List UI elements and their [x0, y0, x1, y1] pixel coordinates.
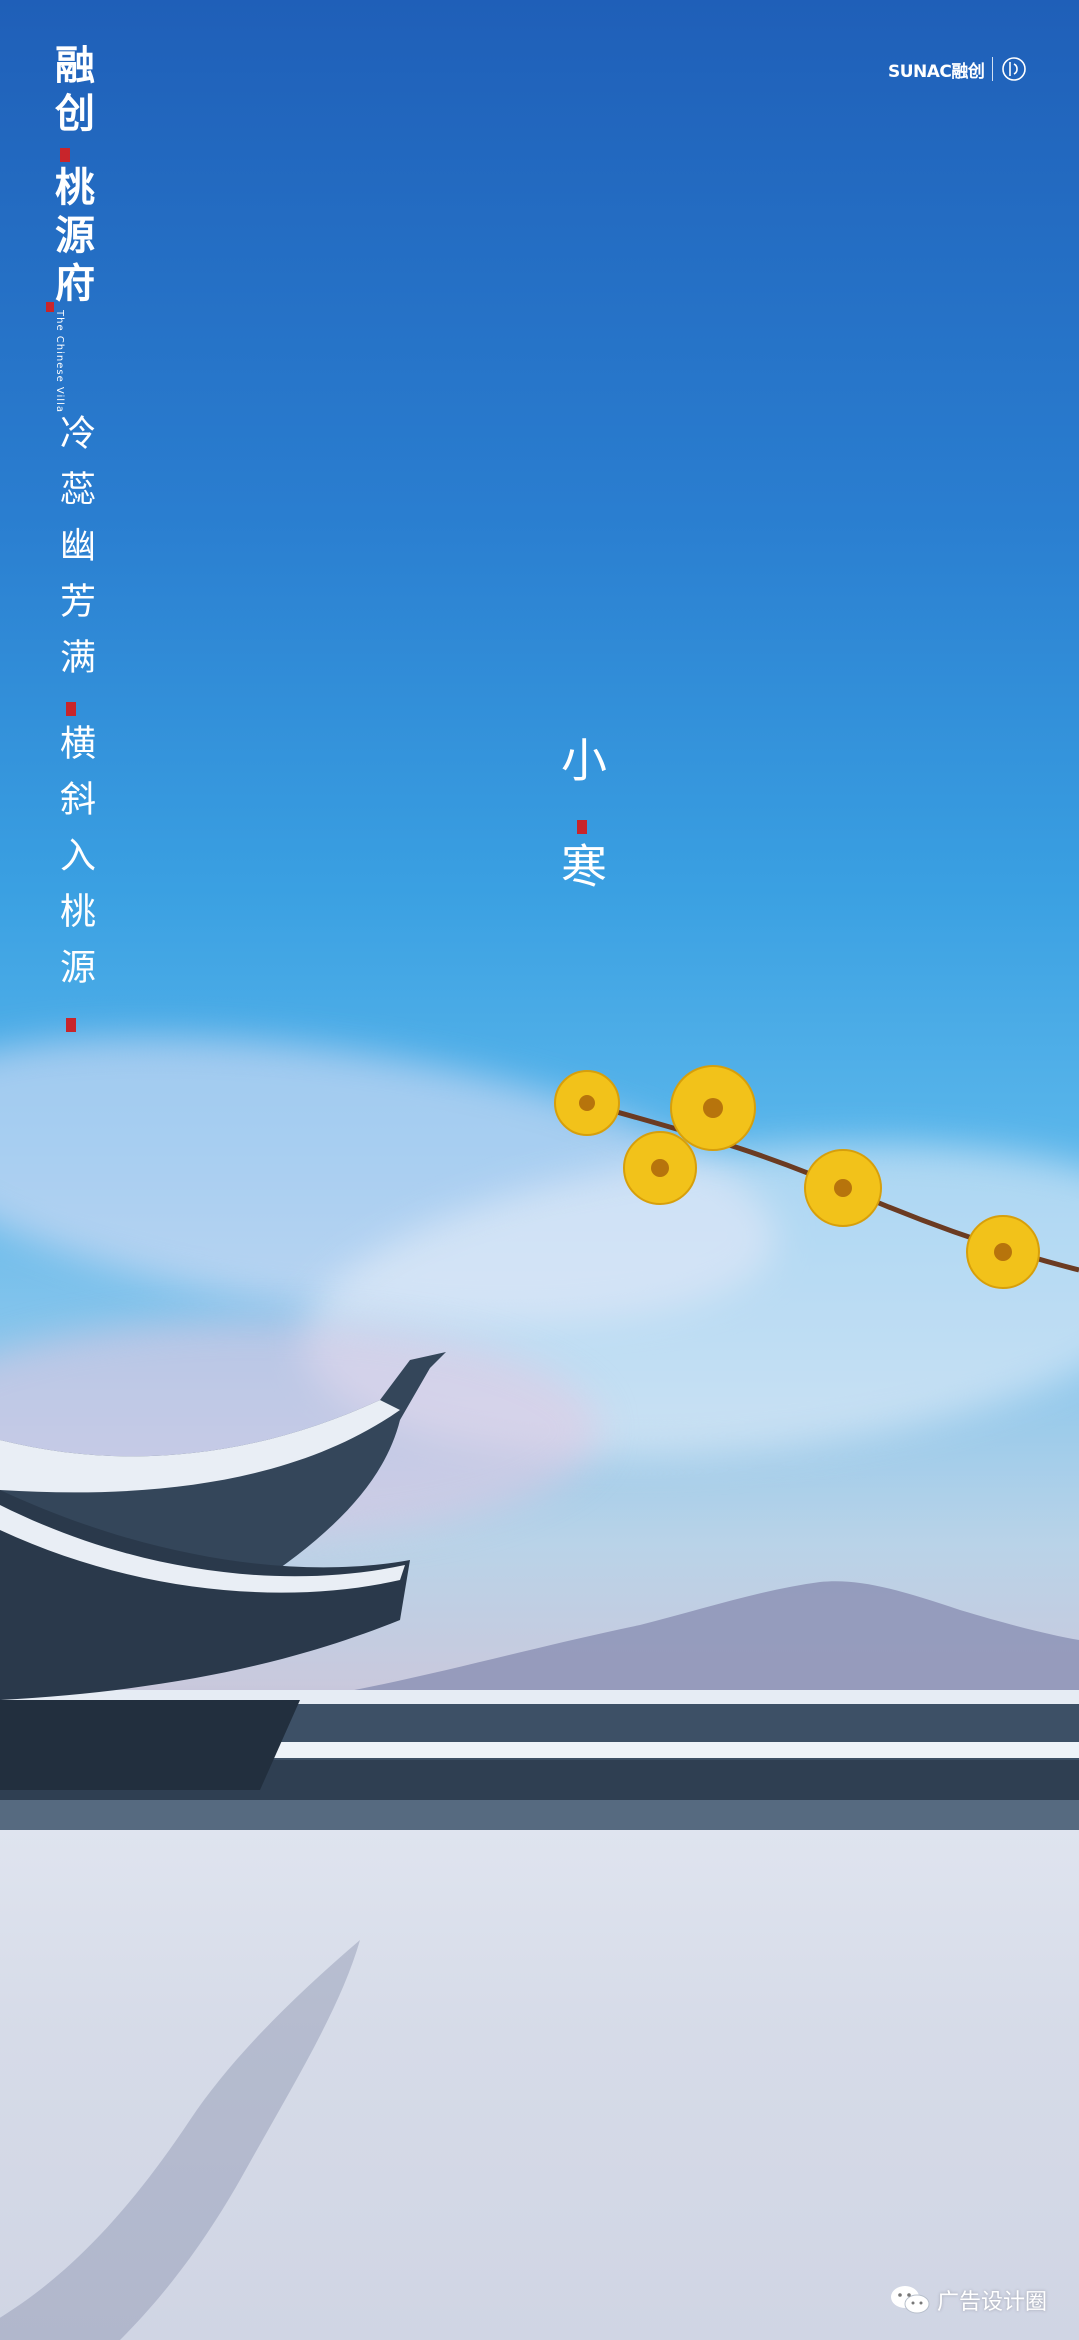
source-watermark: 广告设计圈: [889, 2284, 1047, 2316]
red-seal-mark: [577, 820, 587, 834]
red-seal-mark: [60, 148, 70, 162]
brand-name-line2: 桃源府: [48, 166, 95, 310]
poster: 融创 桃源府 The Chinese Villa 冷蕊幽芳满 横斜入桃源 小寒 …: [0, 0, 1079, 2340]
red-seal-mark: [66, 702, 76, 716]
red-seal-mark: [66, 1018, 76, 1032]
watermark-text: 广告设计圈: [936, 2290, 1047, 2315]
brand-name-line1: 融创: [48, 44, 95, 140]
poem-line1: 冷蕊幽芳满: [54, 414, 95, 694]
taoyuanfu-seal-icon: [1002, 57, 1027, 81]
red-seal-mark: [46, 302, 54, 312]
roof-shadow: [0, 1940, 360, 2340]
sunac-logo-text: SUNAC融创: [888, 61, 985, 82]
brand-english-name: The Chinese Villa: [54, 310, 65, 413]
poem-line2: 横斜入桃源: [54, 724, 95, 1004]
wechat-icon: [890, 2286, 930, 2314]
sunac-logo: SUNAC融创: [888, 52, 1027, 86]
logo-divider: [992, 57, 994, 81]
solar-term-title: 小寒: [554, 736, 608, 948]
